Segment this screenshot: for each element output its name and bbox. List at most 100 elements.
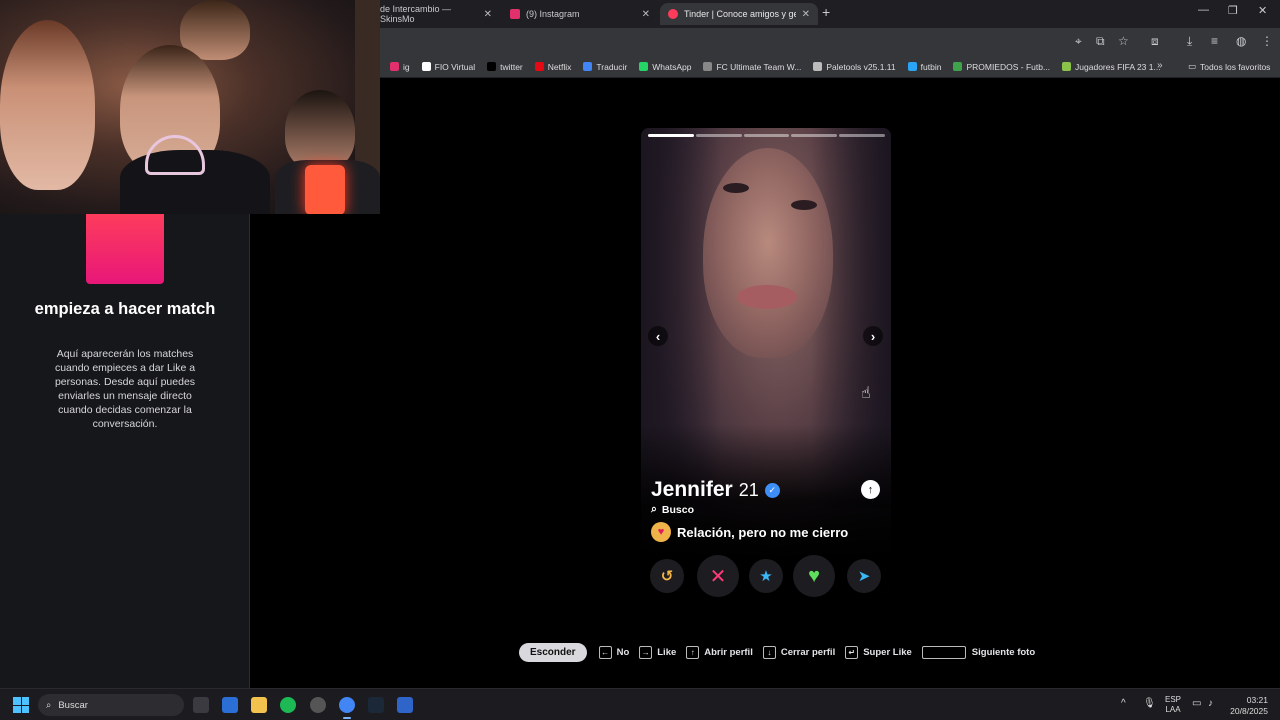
bookmark-item[interactable]: WhatsApp <box>639 62 691 72</box>
bookmark-favicon-icon <box>639 62 649 71</box>
input-language[interactable]: ESP LAA <box>1165 695 1181 715</box>
rewind-button[interactable]: ↺ <box>650 559 684 593</box>
open-profile-button[interactable]: ↑ <box>861 480 880 499</box>
task-view-icon[interactable] <box>193 697 209 713</box>
bookmark-label: twitter <box>500 61 523 72</box>
photo-progress-segment <box>743 134 790 137</box>
clock[interactable]: 03:21 20/8/2025 <box>1226 695 1268 717</box>
key-icon: ↑ <box>686 646 700 659</box>
folder-icon: ▭ <box>1188 61 1197 71</box>
close-icon[interactable]: ✕ <box>484 9 492 20</box>
bookmark-item[interactable]: Netflix <box>534 62 571 72</box>
bookmark-label: Jugadores FIFA 23 1... <box>1075 61 1161 72</box>
bookmark-item[interactable]: futbin <box>907 62 941 72</box>
tab-title: (9) Instagram <box>526 9 580 19</box>
install-app-icon[interactable]: ⧉ <box>1096 34 1105 49</box>
tab-title: de Intercambio — SkinsMo <box>380 4 452 24</box>
next-photo-button[interactable]: › <box>863 326 883 346</box>
extensions-icon[interactable]: ⧈ <box>1151 34 1159 49</box>
photo-progress <box>648 134 885 137</box>
bookmark-star-icon[interactable]: ☆ <box>1118 34 1129 48</box>
bookmark-label: FIO Virtual <box>434 61 476 72</box>
sidebar-description: Aquí aparecerán los matches cuando empie… <box>54 348 196 430</box>
spotify-icon[interactable] <box>280 697 296 713</box>
tab-tinder[interactable]: Tinder | Conoce amigos y gente ✕ <box>660 3 818 25</box>
bookmark-item[interactable]: FC Ultimate Team W... <box>703 62 801 72</box>
bookmark-favicon-icon <box>534 62 544 71</box>
menu-icon[interactable]: ⋮ <box>1261 34 1273 48</box>
bookmark-item[interactable]: FIO Virtual <box>421 61 476 72</box>
media-icon[interactable]: ≡ <box>1211 34 1218 48</box>
search-icon: ⌕ <box>651 503 657 515</box>
looking-for: ⌕ Busco <box>651 503 694 516</box>
boost-button[interactable]: ➤ <box>847 559 881 593</box>
like-button[interactable]: ♥ <box>793 555 835 597</box>
tray-overflow-icon[interactable]: ^ <box>1121 698 1126 709</box>
photo-progress-segment <box>695 134 742 137</box>
bookmarks-overflow-button[interactable]: » <box>1157 60 1163 71</box>
key-icon: ← <box>598 646 612 659</box>
chrome-icon[interactable] <box>339 697 355 719</box>
maximize-button[interactable]: ❐ <box>1228 4 1238 17</box>
window-close-button[interactable]: ✕ <box>1258 4 1267 17</box>
hide-hints-button[interactable]: Esconder <box>519 643 587 662</box>
tinder-icon <box>668 9 678 19</box>
close-icon[interactable]: ✕ <box>802 9 810 20</box>
looking-for-label: Busco <box>661 503 694 516</box>
file-explorer-icon[interactable] <box>251 697 267 713</box>
bookmark-label: Paletools v25.1.11 <box>826 61 896 72</box>
profile-name: Jennifer <box>651 478 733 501</box>
bookmark-item[interactable]: PROMIEDOS - Futb... <box>953 62 1050 72</box>
bookmark-item[interactable]: Jugadores FIFA 23 1... <box>1062 62 1161 72</box>
bookmark-label: PROMIEDOS - Futb... <box>966 61 1051 72</box>
clock-date: 20/8/2025 <box>1230 706 1268 716</box>
bookmark-item[interactable]: twitter <box>487 62 523 72</box>
tab-title: Tinder | Conoce amigos y gente <box>683 9 796 19</box>
prev-photo-button[interactable]: ‹ <box>648 326 668 346</box>
taskbar-search[interactable]: ⌕ Buscar <box>38 694 184 716</box>
minimize-button[interactable]: — <box>1198 4 1209 16</box>
tab-skinsmonkey[interactable]: de Intercambio — SkinsMo ✕ <box>372 3 500 25</box>
obs-icon[interactable] <box>310 697 326 713</box>
keyboard-hints: Esconder ← No → Like ↑ Abrir perfil ↓ Cerrar pe… <box>519 643 1035 662</box>
key-icon: → <box>639 646 653 659</box>
bookmark-item[interactable]: Paletools v25.1.11 <box>813 61 896 72</box>
bookmark-item[interactable]: Traducir <box>583 62 627 72</box>
steam-icon[interactable] <box>368 697 384 713</box>
all-bookmarks-button[interactable]: ▭ Todos los favoritos <box>1188 61 1270 72</box>
store-icon[interactable] <box>222 697 238 713</box>
new-tab-button[interactable]: + <box>822 4 830 20</box>
bookmark-label: FC Ultimate Team W... <box>716 61 802 72</box>
download-icon[interactable]: ⤓ <box>1187 34 1192 49</box>
hint-label: Cerrar perfil <box>780 647 836 658</box>
tab-instagram[interactable]: (9) Instagram ✕ <box>502 3 658 25</box>
close-icon[interactable]: ✕ <box>642 9 650 20</box>
verified-icon: ✓ <box>764 482 780 498</box>
bookmark-favicon-icon <box>703 62 713 71</box>
bookmark-label: Traducir <box>596 61 628 72</box>
profile-photo <box>703 148 833 358</box>
bookmark-favicon-icon <box>1062 62 1072 71</box>
ea-app-icon[interactable] <box>397 697 413 713</box>
photo-progress-segment <box>648 134 694 137</box>
bookmark-favicon-icon <box>583 62 593 71</box>
super-like-button[interactable]: ★ <box>749 559 783 593</box>
profile-age: 21 <box>738 480 759 500</box>
location-icon[interactable]: ⌖ <box>1075 34 1082 49</box>
photo-eye <box>723 183 749 193</box>
taskbar-search-placeholder: Buscar <box>58 699 88 711</box>
clock-time: 03:21 <box>1246 695 1268 705</box>
relationship-goal: ♥ Relación, pero no me cierro <box>651 522 848 542</box>
volume-icon[interactable]: ♪ <box>1208 698 1213 709</box>
hand-cursor-icon: ☝ <box>861 385 871 402</box>
photo-lips <box>737 285 797 309</box>
network-icon[interactable]: ▭ <box>1192 698 1201 709</box>
layout-code: LAA <box>1165 705 1181 714</box>
bookmark-item[interactable]: ig <box>390 62 410 72</box>
profile-icon[interactable]: ◍ <box>1236 34 1246 48</box>
microphone-icon[interactable]: 🎙 <box>1143 698 1156 709</box>
heart-eyes-icon: ♥ <box>651 522 671 542</box>
nope-button[interactable]: ✕ <box>697 555 739 597</box>
windows-start-icon[interactable] <box>13 697 29 713</box>
bookmark-favicon-icon <box>907 62 917 71</box>
